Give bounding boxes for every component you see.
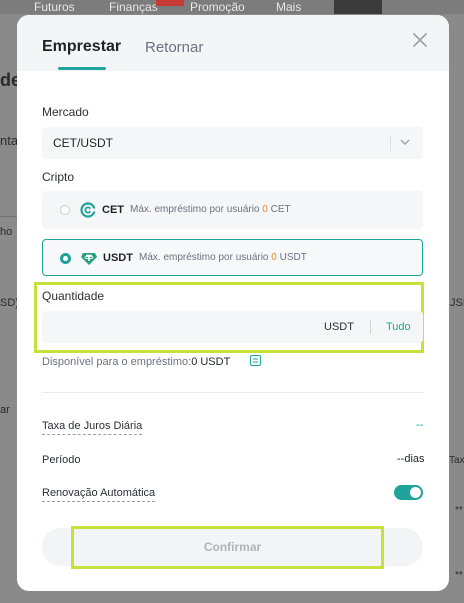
- bg-text-3: ho: [0, 226, 13, 238]
- active-tab-indicator: [58, 67, 106, 70]
- cet-coin-icon: [80, 202, 96, 218]
- market-label: Mercado: [42, 105, 89, 119]
- background-logo: [334, 0, 382, 14]
- usdt-symbol: USDT: [103, 252, 133, 264]
- crypto-option-cet[interactable]: CET Máx. empréstimo por usuário 0 CET: [42, 191, 423, 229]
- toggle-knob: [410, 487, 421, 498]
- bg-text-5: ar: [0, 404, 10, 416]
- radio-unselected[interactable]: [60, 205, 70, 215]
- quantity-input[interactable]: USDT Tudo: [42, 311, 423, 343]
- nav-financas: Finanças: [109, 0, 158, 14]
- quantity-label: Quantidade: [42, 289, 105, 303]
- bg-text-2: nta: [0, 133, 19, 148]
- loan-modal: Emprestar Retornar Mercado CET/USDT Crip…: [17, 15, 449, 591]
- nav-promocao: Promoção: [190, 0, 245, 14]
- confirm-highlight: [71, 526, 384, 569]
- usdt-max-info: Máx. empréstimo por usuário 0 USDT: [139, 252, 307, 263]
- available-to-borrow: Disponível para o empréstimo:0 USDT: [42, 356, 231, 368]
- nav-badge: [156, 0, 184, 6]
- cet-symbol: CET: [102, 204, 124, 216]
- quantity-unit: USDT: [324, 321, 354, 333]
- nav-mais: Mais: [276, 0, 302, 14]
- nav-futuros: Futuros: [34, 0, 75, 14]
- bg-right-text-4: **: [455, 570, 463, 581]
- crypto-label: Cripto: [42, 170, 75, 184]
- radio-selected[interactable]: [60, 253, 71, 264]
- close-icon[interactable]: [411, 31, 429, 49]
- usdt-coin-icon: [81, 253, 97, 265]
- auto-renew-label: Renovação Automática: [42, 487, 156, 502]
- bg-right-text-2: Taxa: [449, 455, 464, 466]
- tab-emprestar[interactable]: Emprestar: [42, 38, 121, 56]
- market-select[interactable]: CET/USDT: [42, 127, 423, 159]
- daily-rate-value: --: [416, 419, 424, 431]
- crypto-option-usdt[interactable]: USDT Máx. empréstimo por usuário 0 USDT: [42, 239, 423, 276]
- daily-rate-label: Taxa de Juros Diária: [42, 420, 143, 435]
- bg-right-text-3: **: [455, 505, 463, 516]
- all-button[interactable]: Tudo: [386, 321, 411, 333]
- section-divider: [42, 392, 423, 393]
- transfer-icon[interactable]: [250, 355, 261, 366]
- bg-divider: [0, 216, 17, 217]
- market-value: CET/USDT: [53, 136, 113, 150]
- period-value: --dias: [397, 453, 425, 465]
- select-divider: [390, 135, 391, 151]
- cet-max-info: Máx. empréstimo por usuário 0 CET: [130, 204, 291, 215]
- auto-renew-toggle[interactable]: [394, 485, 423, 500]
- quantity-separator: [370, 320, 371, 334]
- tab-retornar[interactable]: Retornar: [145, 39, 203, 56]
- chevron-down-icon: [400, 139, 410, 145]
- background-nav: Futuros Finanças Promoção Mais: [0, 0, 464, 14]
- period-label: Período: [42, 454, 81, 466]
- bg-right-text-1: JSD: [450, 297, 464, 309]
